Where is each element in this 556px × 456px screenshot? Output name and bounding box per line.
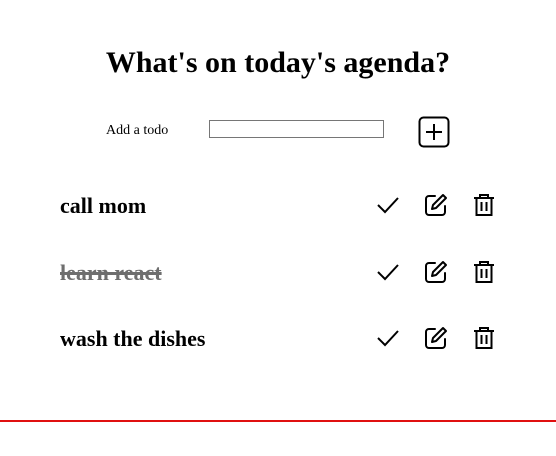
todo-item: learn react [0,255,556,291]
edit-button[interactable] [423,192,449,218]
complete-button[interactable] [375,325,401,351]
edit-icon [425,327,447,349]
add-todo-button[interactable] [418,116,450,148]
plus-square-icon [418,116,450,148]
edit-button[interactable] [423,259,449,285]
edit-button[interactable] [423,325,449,351]
delete-button[interactable] [471,259,497,285]
add-todo-label: Add a todo [106,123,169,138]
edit-icon [425,194,447,216]
todo-item: call mom [0,188,556,224]
add-todo-form: Add a todo [0,116,556,148]
add-todo-input[interactable] [209,120,384,138]
edit-icon [425,261,447,283]
trash-icon [474,327,494,349]
todo-text: wash the dishes [60,326,206,351]
delete-button[interactable] [471,325,497,351]
todo-text-completed: learn react [60,260,162,285]
check-icon [377,197,399,214]
todo-text: call mom [60,193,147,218]
check-icon [377,330,399,347]
trash-icon [474,194,494,216]
trash-icon [474,261,494,283]
complete-button[interactable] [375,192,401,218]
todo-item: wash the dishes [0,321,556,357]
check-icon [377,264,399,281]
divider [0,420,556,422]
complete-button[interactable] [375,259,401,285]
page-title: What's on today's agenda? [105,46,451,79]
delete-button[interactable] [471,192,497,218]
